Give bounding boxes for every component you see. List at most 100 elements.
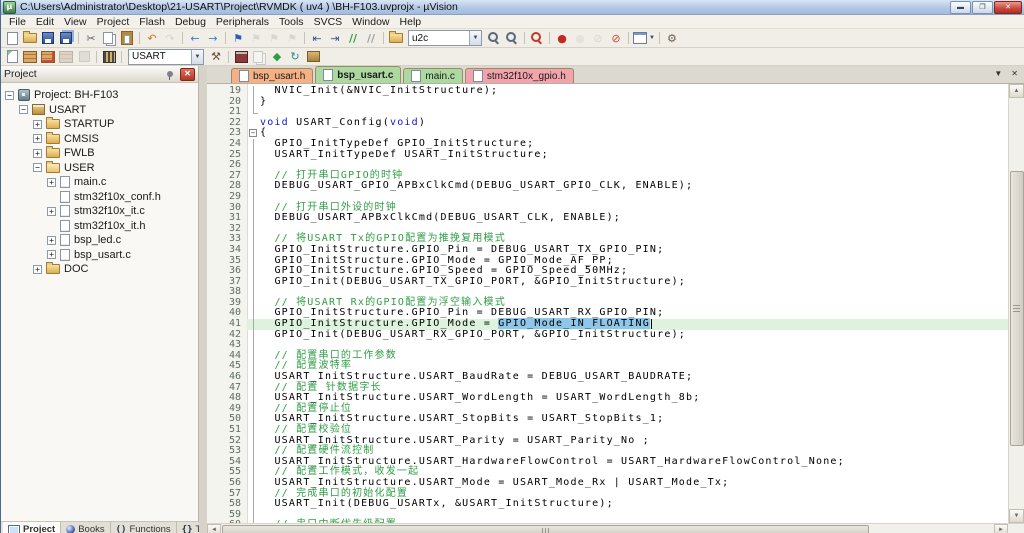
chevron-down-icon[interactable]: ▼: [191, 50, 203, 64]
horizontal-scrollbar[interactable]: ◄ ►: [207, 523, 1024, 533]
tree-item-stm32f10x-conf-h[interactable]: stm32f10x_conf.h: [1, 190, 198, 205]
pack-installer-button[interactable]: [304, 49, 322, 64]
debug-windows-button[interactable]: ▼: [632, 31, 656, 46]
tree-item-stm32f10x-it-c[interactable]: +stm32f10x_it.c: [1, 204, 198, 219]
menu-tools[interactable]: Tools: [274, 16, 309, 28]
find-in-files-button[interactable]: [387, 31, 405, 46]
bookmark-next-button[interactable]: ⚑: [265, 31, 283, 46]
redo-button[interactable]: ↷: [161, 31, 179, 46]
comment-button[interactable]: //: [344, 31, 362, 46]
chevron-down-icon[interactable]: ▼: [649, 35, 655, 41]
download-button[interactable]: [100, 49, 118, 64]
scroll-down-icon[interactable]: ▼: [1009, 509, 1024, 523]
undo-button[interactable]: ↶: [143, 31, 161, 46]
expander-icon[interactable]: −: [33, 163, 42, 172]
breakpoint-kill-all-button[interactable]: ⊘: [607, 31, 625, 46]
indent-button[interactable]: ⇥: [326, 31, 344, 46]
run-time-environment-button[interactable]: ◆: [268, 49, 286, 64]
expander-icon[interactable]: +: [33, 134, 42, 143]
menu-project[interactable]: Project: [92, 16, 135, 28]
menu-view[interactable]: View: [59, 16, 92, 28]
tab-bsp-usart-c[interactable]: bsp_usart.c: [315, 66, 401, 83]
panel-close-icon[interactable]: ✕: [180, 68, 195, 81]
tree-item-user[interactable]: −USER: [1, 161, 198, 176]
menu-edit[interactable]: Edit: [31, 16, 59, 28]
menu-window[interactable]: Window: [347, 16, 394, 28]
horizontal-scroll-thumb[interactable]: [222, 525, 869, 533]
tree-item-cmsis[interactable]: +CMSIS: [1, 132, 198, 147]
bookmark-prev-button[interactable]: ⚑: [247, 31, 265, 46]
maximize-button[interactable]: ❐: [972, 1, 993, 14]
bookmark-clear-button[interactable]: ⚑: [283, 31, 301, 46]
tab-close-icon[interactable]: ✕: [1011, 69, 1018, 78]
fold-marker[interactable]: −: [247, 128, 260, 139]
save-button[interactable]: [39, 31, 57, 46]
expander-icon[interactable]: +: [33, 149, 42, 158]
build-button[interactable]: [21, 49, 39, 64]
tree-item-doc[interactable]: +DOC: [1, 262, 198, 277]
dock-tab-project[interactable]: Project: [3, 522, 61, 533]
panel-splitter[interactable]: [199, 66, 207, 533]
vertical-scroll-thumb[interactable]: [1010, 171, 1024, 446]
tree-item-startup[interactable]: +STARTUP: [1, 117, 198, 132]
bookmark-toggle-button[interactable]: ⚑: [229, 31, 247, 46]
breakpoint-toggle-button[interactable]: ●: [553, 31, 571, 46]
pin-icon[interactable]: [167, 71, 173, 77]
new-file-button[interactable]: [3, 31, 21, 46]
update-target-button[interactable]: ↻: [286, 49, 304, 64]
tree-item-bsp-usart-c[interactable]: +bsp_usart.c: [1, 248, 198, 263]
tree-item-fwlb[interactable]: +FWLB: [1, 146, 198, 161]
expander-icon[interactable]: +: [47, 178, 56, 187]
scroll-left-icon[interactable]: ◄: [207, 524, 221, 533]
rebuild-button[interactable]: [39, 49, 57, 64]
outdent-button[interactable]: ⇤: [308, 31, 326, 46]
options-for-target-button[interactable]: ⚒: [207, 49, 225, 64]
code-editor[interactable]: 19 NVIC_Init(&NVIC_InitStructure);20}212…: [207, 84, 1024, 523]
expander-icon[interactable]: −: [19, 105, 28, 114]
uncomment-button[interactable]: //: [362, 31, 380, 46]
tab-bsp-usart-h[interactable]: bsp_usart.h: [231, 68, 313, 83]
translate-button[interactable]: [3, 49, 21, 64]
tree-item-project-bh-f103[interactable]: −Project: BH-F103: [1, 88, 198, 103]
collapse-icon[interactable]: −: [249, 129, 257, 137]
menu-help[interactable]: Help: [395, 16, 427, 28]
expander-icon[interactable]: +: [47, 250, 56, 259]
breakpoint-disable-all-button[interactable]: ⊘: [589, 31, 607, 46]
tab-main-c[interactable]: main.c: [403, 68, 462, 83]
scroll-right-icon[interactable]: ►: [994, 524, 1008, 533]
expander-icon[interactable]: −: [5, 91, 14, 100]
tree-item-usart[interactable]: −USART: [1, 103, 198, 118]
paste-button[interactable]: [118, 31, 136, 46]
expander-icon[interactable]: +: [47, 207, 56, 216]
stop-build-button[interactable]: [75, 49, 93, 64]
menu-svcs[interactable]: SVCS: [309, 16, 348, 28]
copy-button[interactable]: [100, 31, 118, 46]
batch-build-button[interactable]: [57, 49, 75, 64]
expander-icon[interactable]: +: [33, 265, 42, 274]
file-extensions-button[interactable]: [250, 49, 268, 64]
chevron-down-icon[interactable]: ▼: [469, 31, 481, 45]
dock-tab-books[interactable]: Books: [61, 522, 110, 533]
menu-flash[interactable]: Flash: [134, 16, 170, 28]
open-file-button[interactable]: [21, 31, 39, 46]
configure-button[interactable]: ⚙: [663, 31, 681, 46]
target-combo[interactable]: USART▼: [128, 49, 204, 65]
vertical-scrollbar[interactable]: ▲ ▼: [1008, 84, 1024, 523]
breakpoint-disable-button[interactable]: ●: [571, 31, 589, 46]
tree-item-main-c[interactable]: +main.c: [1, 175, 198, 190]
minimize-button[interactable]: ▬: [950, 1, 971, 14]
incremental-find-button[interactable]: [503, 31, 521, 46]
close-button[interactable]: ✕: [994, 1, 1022, 14]
navigate-forward-button[interactable]: →: [204, 31, 222, 46]
find-button[interactable]: [485, 31, 503, 46]
menu-debug[interactable]: Debug: [170, 16, 211, 28]
tab-stm32f10x-gpio-h[interactable]: stm32f10x_gpio.h: [465, 68, 574, 83]
save-all-button[interactable]: [57, 31, 75, 46]
tree-item-bsp-led-c[interactable]: +bsp_led.c: [1, 233, 198, 248]
search-button[interactable]: [528, 31, 546, 46]
find-combo[interactable]: u2c▼: [408, 30, 482, 46]
expander-icon[interactable]: +: [33, 120, 42, 129]
navigate-back-button[interactable]: ←: [186, 31, 204, 46]
menu-peripherals[interactable]: Peripherals: [211, 16, 274, 28]
dock-tab-functions[interactable]: ()Functions: [111, 522, 177, 533]
